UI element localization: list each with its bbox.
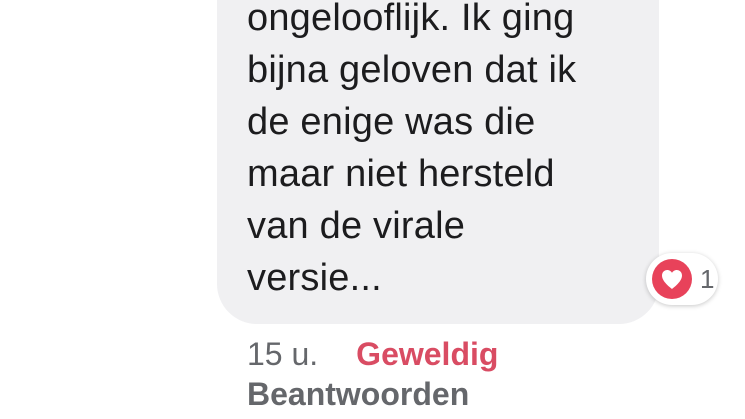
reaction-summary[interactable]: 1: [646, 253, 718, 305]
comment-line: van de virale: [247, 205, 466, 247]
comment-screen: ongelooflijk. Ik ging bijna geloven dat …: [0, 0, 745, 419]
comment-line: versie...: [247, 257, 382, 299]
comment-line: maar niet hersteld: [247, 153, 555, 195]
reaction-count: 1: [700, 263, 715, 294]
heart-icon: [652, 259, 692, 299]
comment-actions: 15 u. Geweldig: [247, 334, 498, 374]
reaction-button[interactable]: Geweldig: [356, 336, 498, 373]
comment-line: bijna geloven dat ik: [247, 49, 577, 91]
comment-line: de enige was die: [247, 101, 536, 143]
comment-text: ongelooflijk. Ik ging bijna geloven dat …: [247, 0, 647, 304]
reply-button[interactable]: Beantwoorden: [247, 376, 469, 413]
comment-timestamp: 15 u.: [247, 335, 319, 372]
comment-line: ongelooflijk. Ik ging: [247, 0, 575, 39]
heart-icon-glyph: [662, 270, 682, 289]
